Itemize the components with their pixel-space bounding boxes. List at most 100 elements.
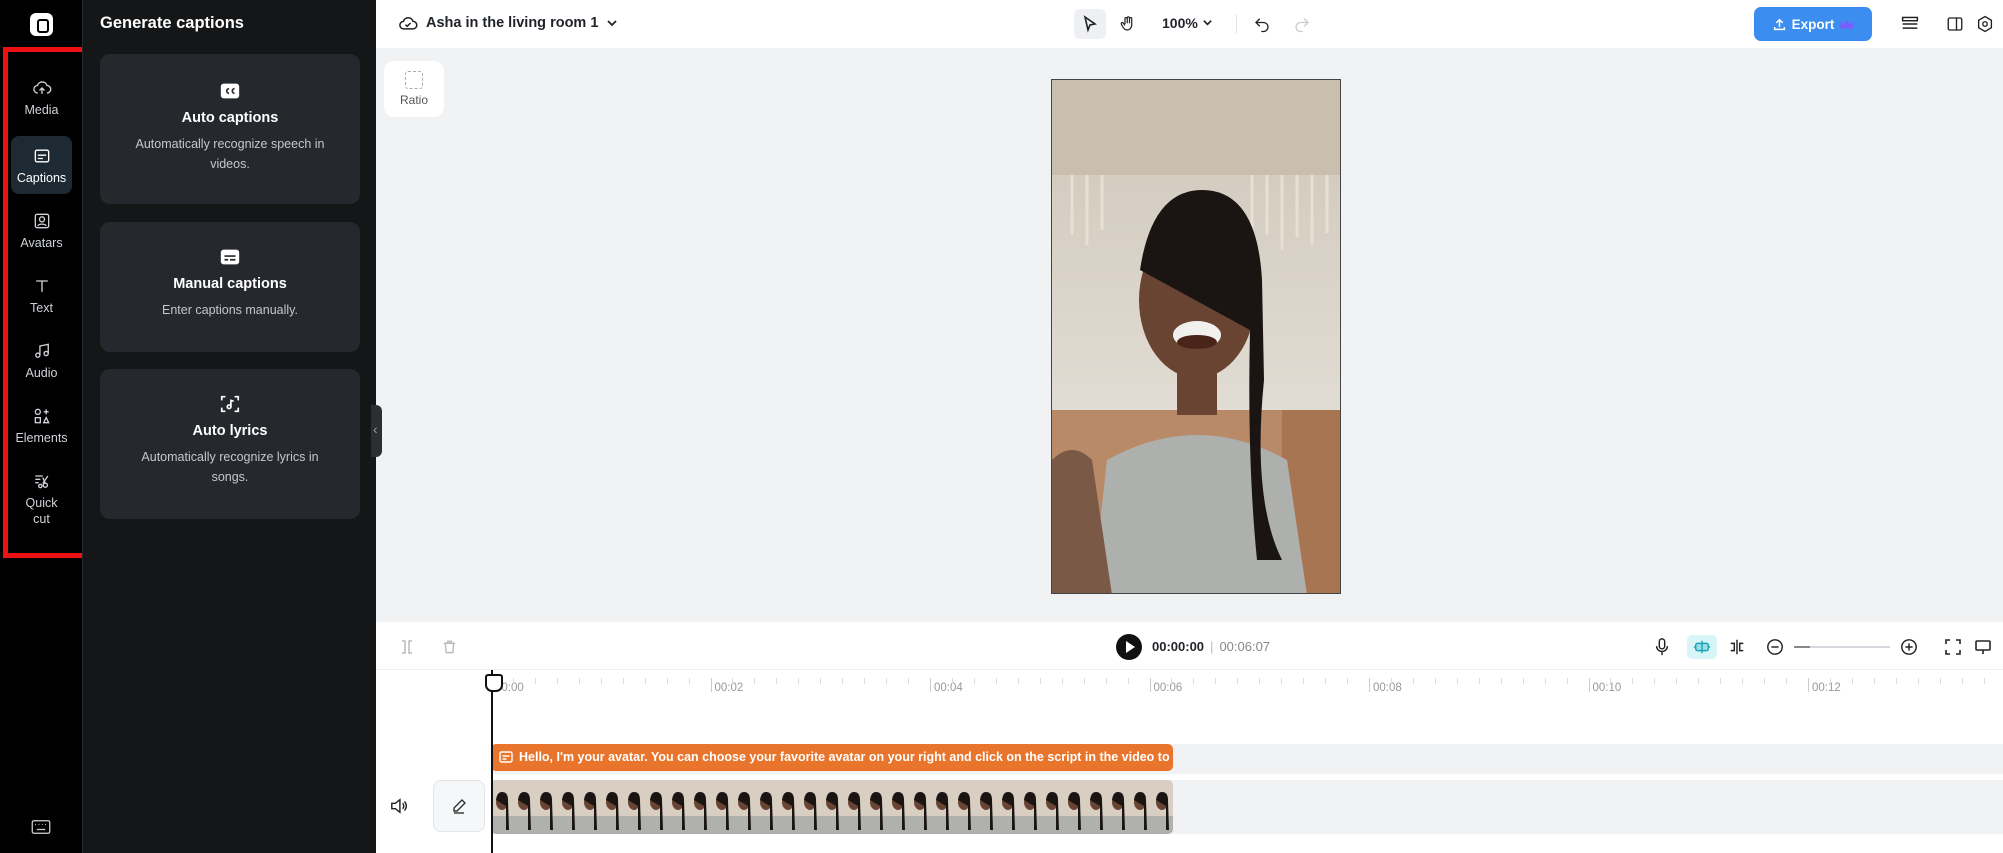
ruler-minor-tick: [973, 678, 975, 684]
feedback-button[interactable]: [1972, 636, 1994, 658]
video-thumbnail: [931, 780, 953, 834]
card-desc: Enter captions manually.: [162, 303, 298, 317]
zoom-out-button[interactable]: [1764, 636, 1786, 658]
panel-collapse-handle[interactable]: [371, 405, 382, 457]
app-logo-icon[interactable]: [30, 13, 53, 36]
rail-item-label: Captions: [16, 171, 67, 185]
timecode-separator: |: [1210, 639, 1214, 654]
rail-item-text[interactable]: Text: [11, 266, 72, 324]
ruler-minor-tick: [776, 678, 778, 684]
zoom-dropdown[interactable]: 100%: [1162, 15, 1213, 31]
export-button[interactable]: Export: [1754, 7, 1872, 41]
ruler-minor-tick: [1786, 678, 1788, 684]
rail-item-label: Elements: [15, 431, 68, 445]
fit-timeline-button[interactable]: [1942, 636, 1964, 658]
keyboard-shortcuts-icon[interactable]: [31, 819, 51, 835]
split-icon: [402, 640, 412, 654]
playhead[interactable]: [485, 670, 503, 853]
ruler-minor-tick: [1478, 678, 1480, 684]
speaker-icon: [391, 798, 407, 814]
timeline-zoom-slider[interactable]: [1794, 646, 1890, 648]
mute-track-button[interactable]: [390, 798, 408, 819]
play-button[interactable]: [1116, 634, 1142, 660]
auto-captions-card[interactable]: Auto captions Automatically recognize sp…: [100, 54, 360, 204]
auto-lyrics-card[interactable]: Auto lyrics Automatically recognize lyri…: [100, 369, 360, 519]
ruler-minor-tick: [1215, 678, 1217, 684]
ratio-button[interactable]: Ratio: [384, 61, 444, 117]
video-thumbnail: [799, 780, 821, 834]
video-preview[interactable]: [1051, 79, 1341, 594]
ruler-minor-tick: [1500, 678, 1502, 684]
ruler-minor-tick: [1303, 678, 1305, 684]
rail-item-media[interactable]: Media: [11, 68, 72, 126]
ruler-minor-tick: [1632, 678, 1634, 684]
ruler-minor-tick: [600, 678, 602, 684]
rail-item-quick-cut[interactable]: Quick cut: [11, 461, 72, 533]
record-voiceover-button[interactable]: [1651, 636, 1673, 658]
ruler-label: 00:06: [1153, 682, 1183, 694]
ruler-label: 00:02: [714, 682, 744, 694]
rail-item-label: Media: [24, 103, 59, 117]
rail-item-captions[interactable]: Captions: [11, 136, 72, 194]
ruler-label: 00:04: [934, 682, 963, 694]
ruler-minor-tick: [1281, 678, 1283, 684]
project-name: Asha in the living room 1: [426, 15, 599, 31]
ruler-minor-tick: [1456, 678, 1458, 684]
ruler-minor-tick: [1720, 678, 1722, 684]
rail-item-label-2: cut: [33, 512, 50, 526]
duration: 00:06:07: [1219, 639, 1271, 654]
ruler-minor-tick: [1390, 678, 1392, 684]
layers-button[interactable]: [1894, 9, 1926, 39]
ruler-minor-tick: [754, 678, 756, 684]
ruler-minor-tick: [556, 678, 558, 684]
ruler-minor-tick: [1259, 678, 1261, 684]
caption-text: Hello, I'm your avatar. You can choose y…: [519, 750, 1173, 764]
ruler-minor-tick: [688, 678, 690, 684]
rail-item-avatars[interactable]: Avatars: [11, 201, 72, 259]
ruler-minor-tick: [1939, 678, 1941, 684]
manual-captions-card[interactable]: Manual captions Enter captions manually.: [100, 222, 360, 352]
video-thumbnail: [711, 780, 733, 834]
undo-button[interactable]: [1246, 9, 1278, 39]
project-name-dropdown[interactable]: Asha in the living room 1: [398, 14, 618, 32]
ruler-minor-tick: [1039, 678, 1041, 684]
video-thumbnail: [557, 780, 579, 834]
split-button[interactable]: [396, 636, 418, 658]
redo-button[interactable]: [1286, 9, 1318, 39]
ruler-minor-tick: [1698, 678, 1700, 684]
ruler-minor-tick: [512, 678, 514, 684]
layers-icon: [1901, 16, 1919, 29]
zoom-in-button[interactable]: [1898, 636, 1920, 658]
timeline-tracks[interactable]: 00:00 00:02 00:04 00:06 00:08 00:10 00:12 Hell…: [376, 670, 2003, 853]
ruler-minor-tick: [1105, 678, 1107, 684]
ruler-minor-tick: [1610, 678, 1612, 684]
video-thumbnail: [1129, 780, 1151, 834]
edit-track-button[interactable]: [433, 780, 485, 832]
video-clip[interactable]: [491, 780, 1173, 834]
cloud-sync-icon: [399, 17, 418, 30]
hand-tool-button[interactable]: [1112, 9, 1144, 39]
ruler-minor-tick: [1017, 678, 1019, 684]
elements-icon: [34, 408, 50, 424]
ruler-minor-tick: [644, 678, 646, 684]
rail-item-label: Avatars: [20, 236, 63, 250]
minus-circle-icon: [1767, 639, 1783, 655]
cc-icon: [220, 83, 240, 99]
delete-button[interactable]: [438, 636, 460, 658]
rail-item-audio[interactable]: Audio: [11, 331, 72, 389]
left-rail: Media Captions Avatars Text Audio Elemen…: [0, 0, 82, 853]
ruler-major-tick: [1369, 678, 1370, 692]
caption-clip-icon: [499, 751, 513, 763]
rail-item-elements[interactable]: Elements: [11, 396, 72, 454]
select-tool-button[interactable]: [1074, 9, 1106, 39]
ruler-minor-tick: [1193, 678, 1195, 684]
video-thumbnail: [1063, 780, 1085, 834]
ruler-minor-tick: [578, 678, 580, 684]
settings-button[interactable]: [1969, 9, 2001, 39]
microphone-icon: [1655, 638, 1669, 656]
video-thumbnail: [1151, 780, 1173, 834]
split-track-button[interactable]: [1726, 636, 1748, 658]
caption-clip[interactable]: Hello, I'm your avatar. You can choose y…: [491, 744, 1173, 771]
auto-snap-toggle[interactable]: [1687, 635, 1717, 659]
panel-toggle-button[interactable]: [1939, 9, 1971, 39]
